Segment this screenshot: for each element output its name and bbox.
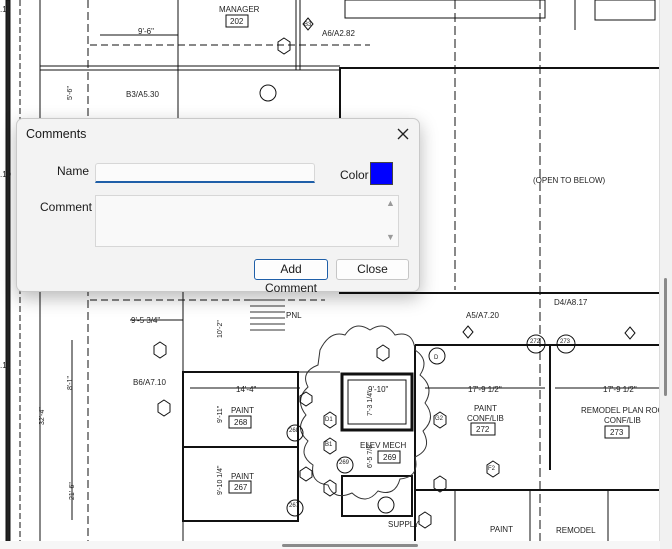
room-label-supply: SUPPLY	[388, 520, 420, 529]
dim-32-4: 32'-4"	[39, 407, 46, 425]
ref-a6-a282: A6/A2.82	[322, 29, 355, 38]
room-label-conf-lib-272: CONF/LIB	[467, 414, 504, 423]
ref-a5-a720: A5/A7.20	[466, 311, 499, 320]
room-label-paint-268: PAINT	[231, 406, 254, 415]
horizontal-scrollbar[interactable]	[0, 541, 660, 549]
room-label-manager: MANAGER	[219, 5, 260, 14]
dim-10-2: 10'-2"	[217, 320, 224, 338]
close-icon[interactable]	[393, 124, 413, 144]
room-number-202: 202	[230, 17, 244, 26]
dim-9-6: 9'-6"	[138, 27, 154, 36]
open-to-below-label: (OPEN TO BELOW)	[533, 176, 605, 185]
dim-21-6: 21'-6"	[69, 482, 76, 500]
dim-17-9-a: 17'-9 1/2"	[468, 385, 502, 394]
dim-17-9-b: 17'-9 1/2"	[603, 385, 637, 394]
room-number-268: 268	[234, 418, 248, 427]
tag-g2: G2	[435, 416, 444, 422]
comment-label: Comment	[40, 200, 93, 214]
room-label-paint-bottom: PAINT	[490, 525, 513, 534]
tag-272d: 272	[530, 339, 541, 345]
edge-label-a: .11	[0, 5, 11, 14]
tag-268d: 268	[289, 428, 300, 434]
close-button[interactable]: Close	[336, 259, 409, 280]
name-input[interactable]	[95, 163, 315, 183]
dim-9-11: 9'-11"	[217, 405, 224, 423]
edge-label-b: .10	[0, 170, 12, 179]
dim-9-10-vert: 9'-10 1/4"	[217, 465, 224, 495]
ref-d4-a817: D4/A8.17	[554, 298, 588, 307]
comment-textarea[interactable]	[95, 195, 399, 247]
dim-14-4: 14'-4"	[236, 385, 257, 394]
room-number-273: 273	[610, 428, 624, 437]
tag-b1: B1	[325, 442, 333, 448]
dim-5-6: 5'-6"	[67, 86, 74, 100]
comments-dialog: Comments Name Color Comment ▲ ▼ Add Comm…	[16, 118, 420, 295]
dim-9-5-3-4: 9'-5 3/4"	[131, 316, 160, 325]
tag-273d: 273	[560, 339, 571, 345]
room-label-remodel-bottom: REMODEL	[556, 526, 596, 535]
edge-label-c: .11	[0, 361, 11, 370]
color-label: Color	[340, 168, 369, 182]
room-label-paint-272: PAINT	[474, 404, 497, 413]
room-label-paint-267: PAINT	[231, 472, 254, 481]
horizontal-scrollbar-thumb[interactable]	[282, 544, 418, 547]
tag-267d: 267	[289, 503, 300, 509]
room-number-267: 267	[234, 483, 248, 492]
add-comment-button[interactable]: Add Comment	[254, 259, 328, 295]
tag-d1: D1	[325, 417, 333, 423]
tag-269d: 269	[339, 460, 350, 466]
dim-8-1: 8'-1"	[67, 376, 74, 390]
dim-7-3: 7'-3 1/4"	[367, 390, 374, 416]
comment-scrollbar[interactable]: ▲ ▼	[384, 196, 398, 246]
room-number-269: 269	[383, 453, 397, 462]
room-number-272: 272	[476, 425, 490, 434]
vertical-scrollbar-thumb[interactable]	[664, 278, 667, 396]
scroll-up-icon[interactable]: ▲	[386, 198, 395, 208]
tag-b3: B3	[304, 22, 312, 28]
tag-f2: F2	[488, 466, 496, 472]
name-label: Name	[57, 164, 90, 178]
ref-b6-a710: B6/A7.10	[133, 378, 166, 387]
dialog-title: Comments	[26, 127, 87, 141]
pnl-label: PNL	[286, 311, 302, 320]
scroll-down-icon[interactable]: ▼	[386, 232, 395, 242]
color-swatch[interactable]	[370, 162, 393, 185]
tag-d: D	[434, 355, 439, 361]
ref-b3-a530: B3/A5.30	[126, 90, 159, 99]
room-label-remodel-plan: REMODEL PLAN ROOM	[581, 406, 660, 415]
room-label-conf-lib-273: CONF/LIB	[604, 416, 641, 425]
vertical-scrollbar[interactable]	[659, 0, 672, 549]
dim-6-5: 6'-5 7/8"	[367, 442, 374, 468]
